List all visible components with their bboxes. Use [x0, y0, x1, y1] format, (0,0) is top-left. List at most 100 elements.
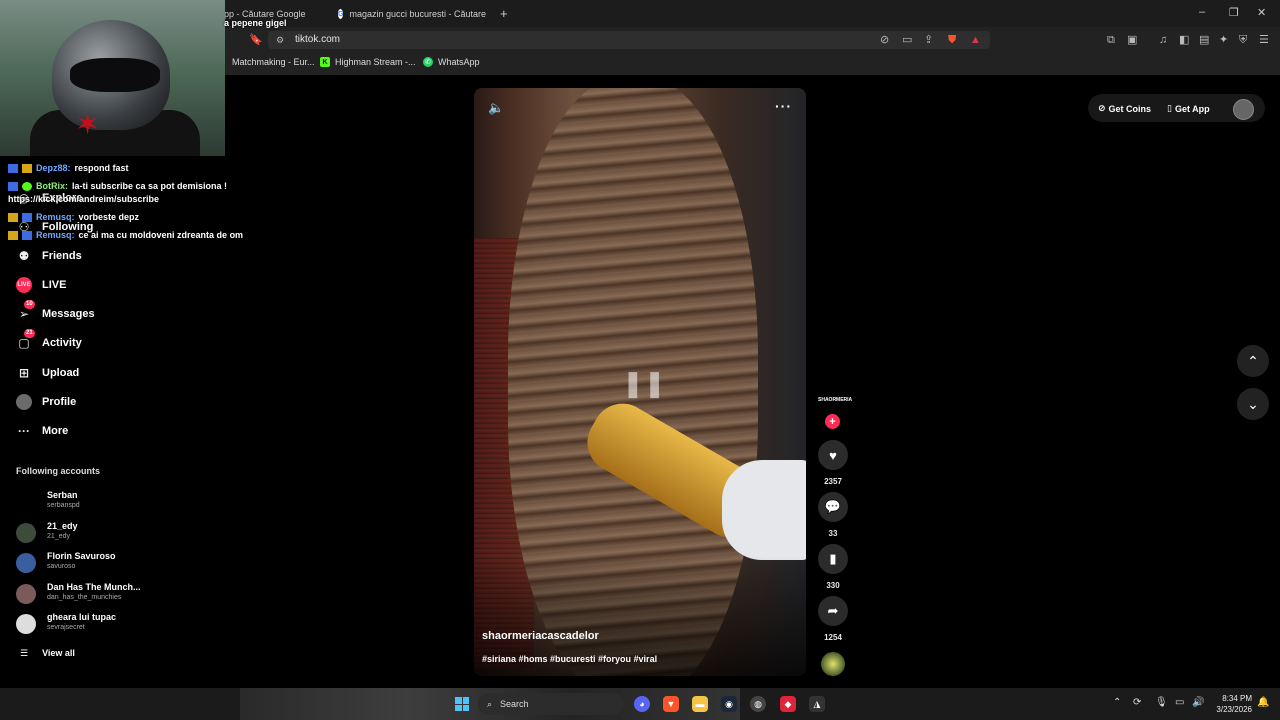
brave-icon[interactable]: ▼: [663, 696, 679, 712]
next-video-button[interactable]: ⌄: [1237, 388, 1269, 420]
like-button[interactable]: ♥: [818, 440, 848, 470]
coin-icon: ⊘: [1098, 103, 1106, 113]
brave-rewards-icon[interactable]: ▲: [970, 33, 981, 47]
avatar: [16, 492, 36, 512]
site-info-icon[interactable]: ⚙: [276, 33, 284, 47]
bot-badge-icon: [22, 181, 32, 191]
extensions-icon[interactable]: ⧉: [1107, 33, 1115, 47]
list-icon: ☰: [20, 648, 29, 658]
chat-badge-icon: [22, 212, 32, 222]
previous-video-button[interactable]: ⌃: [1237, 345, 1269, 377]
chat-badge-icon: [22, 230, 32, 240]
chat-message: Depz88: respond fast: [8, 163, 129, 173]
chat-message: Remusq: vorbeste depz: [8, 212, 139, 222]
music-icon[interactable]: ♫: [1159, 33, 1167, 47]
video-player[interactable]: 🔈 ··· ❚❚ shaormeriacascadelor #siriana #…: [474, 88, 806, 676]
profile-avatar: [16, 394, 32, 410]
new-tab-button[interactable]: +: [500, 6, 508, 21]
vpn-icon[interactable]: ⛨: [1239, 33, 1247, 47]
account-item[interactable]: Florin Savuroso savuroso: [16, 549, 156, 577]
friends-icon: ⚉: [18, 249, 30, 263]
following-accounts-heading: Following accounts: [16, 466, 101, 476]
tab-label: magazin gucci bucuresti - Căutare Go: [349, 9, 488, 19]
taskbar-clock[interactable]: 8:34 PM 3/23/2026: [1212, 693, 1252, 715]
chat-badge-icon: [8, 230, 18, 240]
sidebar-item-activity[interactable]: ▢ 21 Activity: [16, 329, 82, 351]
chat-message-link: https://kick.com/andreim/subscribe: [8, 194, 160, 204]
save-count: 330: [826, 581, 840, 590]
url-field[interactable]: ⚙ tiktok.com ⊘ ▭ ⇪ ⛊ ▲: [268, 31, 990, 49]
more-options-icon[interactable]: ···: [775, 98, 792, 114]
notifications-icon[interactable]: 🔔: [1257, 697, 1269, 708]
microphone-icon[interactable]: 🎙: [1155, 697, 1168, 708]
get-app-button[interactable]: ▯ Get App: [1167, 103, 1210, 114]
like-count: 2357: [824, 477, 842, 486]
leo-ai-icon[interactable]: ✦: [1219, 33, 1228, 47]
sidebar-item-friends[interactable]: ⚉ Friends: [16, 248, 82, 264]
share-arrow-icon: ➦: [827, 603, 839, 618]
discord-icon[interactable]: ◕: [634, 696, 650, 712]
share-button[interactable]: ➦: [818, 596, 848, 626]
file-explorer-icon[interactable]: ▬: [692, 696, 708, 712]
get-coins-button[interactable]: ⊘ Get Coins: [1098, 103, 1151, 114]
volume-icon[interactable]: 🔈: [488, 100, 504, 116]
creator-avatar[interactable]: SHAORMERIA: [818, 397, 852, 413]
sync-icon[interactable]: ⟳: [1133, 697, 1141, 708]
upload-icon: ⊞: [18, 366, 30, 380]
bookmark-icon[interactable]: 🔖: [249, 33, 263, 47]
sidebar-item-upload[interactable]: ⊞ Upload: [16, 365, 79, 381]
speaker-icon[interactable]: 🔊: [1192, 697, 1204, 708]
comment-count: 33: [828, 529, 838, 538]
account-item[interactable]: 21_edy 21_edy: [16, 519, 156, 547]
sidebar-item-more[interactable]: ··· More: [16, 423, 68, 439]
share-icon[interactable]: ⇪: [924, 33, 933, 47]
wallet-icon[interactable]: ▤: [1199, 33, 1209, 47]
browser-tab-gucci[interactable]: G magazin gucci bucuresti - Căutare Go: [338, 4, 488, 24]
chat-badge-icon: [8, 181, 18, 191]
menu-icon[interactable]: ☰: [1259, 33, 1269, 47]
bookmark-highman-stream[interactable]: K Highman Stream -...: [320, 57, 416, 67]
google-icon: G: [338, 9, 344, 19]
bookmark-icon: ▮: [829, 551, 837, 566]
brave-shield-icon[interactable]: ⛊: [948, 33, 956, 47]
avatar: [16, 614, 36, 634]
close-window-button[interactable]: ✕: [1257, 6, 1266, 19]
bookmark-whatsapp[interactable]: ✆ WhatsApp: [423, 57, 480, 67]
account-item[interactable]: Dan Has The Munch... dan_has_the_munchie…: [16, 580, 156, 608]
screenshot-icon[interactable]: ▣: [1127, 33, 1137, 47]
minimize-button[interactable]: –: [1199, 6, 1205, 18]
obs-icon[interactable]: ◍: [750, 696, 766, 712]
user-avatar[interactable]: [1233, 99, 1254, 120]
app-red-icon[interactable]: ◆: [780, 696, 796, 712]
app-icon[interactable]: ◮: [809, 696, 825, 712]
video-hashtags[interactable]: #siriana #homs #bucuresti #foryou #viral: [482, 654, 657, 664]
sidebar-item-live[interactable]: LIVE LIVE: [16, 277, 66, 293]
account-item[interactable]: Serban serbanspd: [16, 488, 156, 516]
activity-badge: 21: [24, 329, 35, 338]
music-disc-icon[interactable]: [821, 652, 845, 676]
bookmark-matchmaking[interactable]: Matchmaking - Eur...: [232, 57, 315, 67]
taskbar-search[interactable]: ⌕ Search: [478, 693, 624, 715]
save-button[interactable]: ▮: [818, 544, 848, 574]
network-icon[interactable]: ▭: [1175, 697, 1184, 708]
windows-taskbar: ⌕ Search ◕ ▼ ▬ ◉ ◍ ◆ ◮ ⌃ ⟳ 🎙 ▭ 🔊 8:34 PM…: [0, 688, 1280, 720]
cast-icon[interactable]: ▭: [902, 33, 912, 47]
steam-icon[interactable]: ◉: [721, 696, 737, 712]
video-author[interactable]: shaormeriacascadelor: [482, 630, 599, 642]
maximize-button[interactable]: ❐: [1229, 6, 1239, 19]
kick-icon: K: [320, 57, 330, 67]
comment-button[interactable]: 💬: [818, 492, 848, 522]
account-item[interactable]: gheara lui tupac sevrajsecret: [16, 610, 156, 638]
windows-start-icon[interactable]: [455, 697, 469, 711]
chat-badge-icon: [22, 163, 32, 173]
sidebar-toggle-icon[interactable]: ◧: [1179, 33, 1189, 47]
chat-message: Remusq: ce ai ma cu moldoveni zdreanta d…: [8, 230, 243, 240]
chevron-down-icon: ⌄: [1247, 395, 1259, 412]
follow-button[interactable]: +: [825, 414, 840, 429]
reader-off-icon[interactable]: ⊘: [880, 33, 889, 47]
sidebar-item-profile[interactable]: Profile: [16, 394, 76, 410]
pause-icon[interactable]: ❚❚: [622, 368, 666, 399]
view-all-button[interactable]: ☰ View all: [20, 648, 75, 659]
sidebar-item-messages[interactable]: ➢ 10 Messages: [16, 300, 95, 322]
tray-expand-icon[interactable]: ⌃: [1113, 697, 1121, 708]
